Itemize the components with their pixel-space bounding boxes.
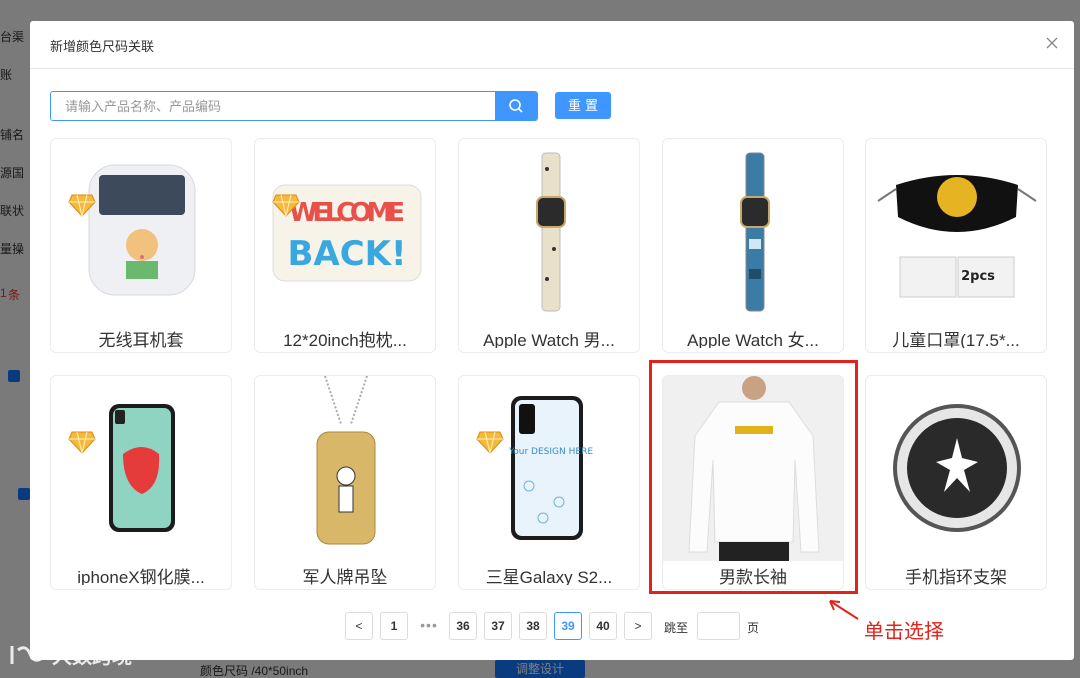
product-name: 12*20inch抱枕... bbox=[283, 331, 407, 348]
watermark: 大数跨境 bbox=[8, 640, 132, 669]
product-name: 儿童口罩(17.5*... bbox=[892, 331, 1020, 348]
watermark-logo-icon bbox=[10, 644, 51, 664]
page-button[interactable]: 37 bbox=[484, 612, 512, 640]
vip-diamond-icon bbox=[68, 430, 96, 459]
page-ellipsis[interactable]: ••• bbox=[417, 612, 441, 640]
phone-ring-holder-image bbox=[893, 404, 1021, 532]
search-icon bbox=[509, 99, 523, 113]
page-button[interactable]: 40 bbox=[589, 612, 617, 640]
vip-diamond-icon bbox=[68, 193, 96, 222]
jump-page-input[interactable] bbox=[697, 612, 740, 640]
product-card[interactable]: 无线耳机套 bbox=[50, 138, 232, 353]
page-unit-label: 页 bbox=[747, 621, 760, 635]
reset-button[interactable]: 重置 bbox=[555, 92, 611, 119]
svg-text:BACK!: BACK! bbox=[287, 234, 406, 274]
product-card[interactable]: Your DESIGN HERE 三星Galaxy S2... bbox=[458, 375, 640, 590]
page-button[interactable]: 1 bbox=[380, 612, 408, 640]
dog-tag-pendant-image bbox=[316, 376, 376, 545]
apple-watch-men-image bbox=[536, 152, 566, 312]
page-button[interactable]: 36 bbox=[449, 612, 477, 640]
page-button-current[interactable]: 39 bbox=[554, 612, 582, 640]
product-name: Apple Watch 男... bbox=[483, 331, 615, 348]
product-card[interactable]: iphoneX钢化膜... bbox=[50, 375, 232, 590]
arrow-icon bbox=[826, 597, 860, 628]
close-icon[interactable] bbox=[1044, 35, 1060, 51]
product-name: 三星Galaxy S2... bbox=[485, 568, 613, 585]
search-box bbox=[50, 91, 538, 121]
search-input[interactable] bbox=[51, 92, 495, 120]
airpods-case-image bbox=[88, 164, 196, 296]
prev-page-button[interactable]: < bbox=[345, 612, 373, 640]
search-button[interactable] bbox=[495, 92, 537, 120]
kids-mask-image: 2pcs bbox=[877, 175, 1037, 298]
next-page-button[interactable]: > bbox=[624, 612, 652, 640]
product-card[interactable]: 2pcs 儿童口罩(17.5*... bbox=[865, 138, 1047, 353]
selection-highlight-frame bbox=[649, 360, 858, 594]
product-card[interactable]: 军人牌吊坠 bbox=[254, 375, 436, 590]
product-card[interactable]: 手机指环支架 bbox=[865, 375, 1047, 590]
watermark-text: 大数跨境 bbox=[52, 646, 132, 668]
product-select-modal: 新增颜色尺码关联 重置 无线耳机套 WELCOME BACK! bbox=[30, 21, 1074, 660]
product-name: 军人牌吊坠 bbox=[302, 568, 388, 585]
samsung-galaxy-case-image: Your DESIGN HERE bbox=[508, 396, 593, 540]
product-card[interactable]: Apple Watch 女... bbox=[662, 138, 844, 353]
page-button[interactable]: 38 bbox=[519, 612, 547, 640]
thumb-label: 2pcs bbox=[961, 269, 995, 284]
jump-to-label: 跳至 bbox=[664, 621, 689, 635]
product-card[interactable]: WELCOME BACK! 12*20inch抱枕... bbox=[254, 138, 436, 353]
product-name: iphoneX钢化膜... bbox=[77, 568, 205, 585]
product-card[interactable]: Apple Watch 男... bbox=[458, 138, 640, 353]
product-name: 手机指环支架 bbox=[905, 568, 1007, 585]
modal-header: 新增颜色尺码关联 bbox=[30, 21, 1074, 69]
thumb-label: Your DESIGN HERE bbox=[508, 447, 593, 457]
product-name: 无线耳机套 bbox=[98, 331, 184, 348]
vip-diamond-icon bbox=[476, 430, 504, 459]
vip-diamond-icon bbox=[272, 193, 300, 222]
click-to-select-callout: 单击选择 bbox=[864, 621, 944, 643]
pillow-image: WELCOME BACK! bbox=[272, 184, 422, 282]
svg-text:WELCOME: WELCOME bbox=[289, 198, 405, 228]
modal-title: 新增颜色尺码关联 bbox=[50, 39, 155, 54]
apple-watch-women-image bbox=[740, 152, 770, 312]
product-name: Apple Watch 女... bbox=[687, 331, 819, 348]
iphonex-case-image bbox=[109, 404, 175, 532]
